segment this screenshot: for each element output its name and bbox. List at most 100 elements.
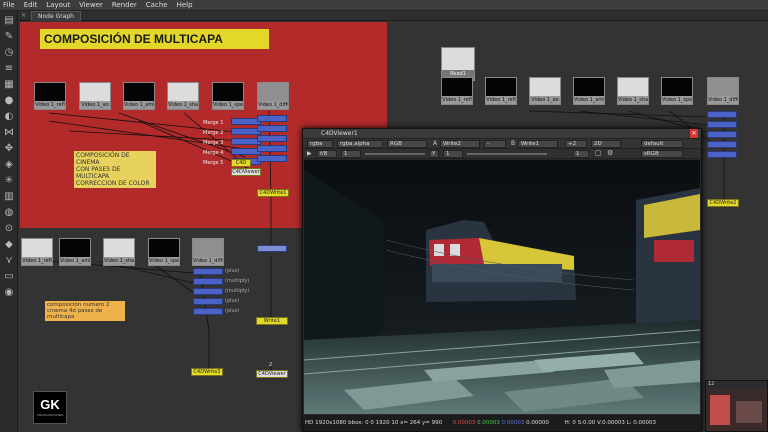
keyer-icon[interactable]: ◐ bbox=[3, 111, 15, 123]
read-node-right-1[interactable]: Video 1_refl bbox=[441, 77, 473, 105]
read-node-refl-2[interactable]: Video 1_refl bbox=[21, 238, 53, 266]
merge-node[interactable] bbox=[257, 125, 287, 132]
gain-slider[interactable] bbox=[365, 153, 425, 155]
image-icon[interactable]: ▤ bbox=[3, 15, 15, 27]
dot-node[interactable] bbox=[257, 245, 287, 252]
tab-close-icon[interactable]: × bbox=[21, 12, 26, 19]
channel-icon[interactable]: ≡ bbox=[3, 63, 15, 75]
views-icon[interactable]: ▥ bbox=[3, 191, 15, 203]
c4d-write-1-node[interactable]: C4DWrite1 bbox=[257, 189, 289, 197]
read-node-right-4[interactable]: Video 1_ambient bbox=[573, 77, 605, 105]
draw-icon[interactable]: ✎ bbox=[3, 31, 15, 43]
toolsets-icon[interactable]: ⊙ bbox=[3, 223, 15, 235]
mini-panel[interactable]: 12 bbox=[705, 380, 768, 432]
filter-icon[interactable]: ● bbox=[3, 95, 15, 107]
merge-node[interactable] bbox=[707, 121, 737, 128]
merge-node[interactable] bbox=[257, 135, 287, 142]
gamma-field[interactable]: 1 bbox=[443, 150, 463, 158]
alpha-select[interactable]: rgba.alpha bbox=[337, 140, 383, 148]
menu-layout[interactable]: Layout bbox=[46, 1, 70, 9]
sticky-note-composicion-2[interactable]: composición numero 2 cinema 4d pases de … bbox=[45, 301, 125, 321]
sticky-line: CON PASES DE MULTICAPA bbox=[76, 166, 121, 180]
lut-select[interactable]: default bbox=[641, 140, 683, 148]
gain-field[interactable]: 1 bbox=[341, 150, 361, 158]
read1-node[interactable]: Read1 bbox=[441, 47, 475, 81]
green-readout: 0.00003 bbox=[477, 420, 500, 426]
read-node-right-6[interactable]: Video 1_specul bbox=[661, 77, 693, 105]
zoom-select[interactable]: +2 bbox=[565, 140, 587, 148]
3d-icon[interactable]: ◈ bbox=[3, 159, 15, 171]
menu-file[interactable]: File bbox=[3, 1, 15, 9]
viewer-canvas[interactable] bbox=[304, 160, 700, 414]
fstop-select[interactable]: f/8 bbox=[317, 150, 337, 158]
tab-node-graph[interactable]: Node Graph bbox=[31, 11, 81, 21]
read-node-right-5[interactable]: Video 1_shadow bbox=[617, 77, 649, 105]
transform-icon[interactable]: ✥ bbox=[3, 143, 15, 155]
c4d-write-2-node[interactable]: C4DWrite2 bbox=[707, 199, 739, 207]
c4d-node[interactable]: C4D bbox=[231, 159, 251, 167]
merge-node[interactable] bbox=[193, 268, 223, 275]
close-icon[interactable]: ✕ bbox=[690, 129, 698, 138]
play-icon[interactable]: ▶ bbox=[307, 150, 312, 157]
read-node-refl[interactable]: Video 1_refl bbox=[34, 82, 66, 110]
menu-help[interactable]: Help bbox=[177, 1, 193, 9]
read-node-diffuse-2[interactable]: Video 1_diffuse bbox=[192, 238, 224, 266]
c4d-write-3-node[interactable]: C4DWrite3 bbox=[191, 368, 223, 376]
read-node-right-7[interactable]: Video 1_diffuse bbox=[707, 77, 739, 105]
merge-node[interactable] bbox=[193, 278, 223, 285]
menu-cache[interactable]: Cache bbox=[146, 1, 168, 9]
read-node-ambient-2[interactable]: Video 1_ambient bbox=[59, 238, 91, 266]
read-node-specular-2[interactable]: Video 1_specul bbox=[148, 238, 180, 266]
color-icon[interactable]: ▦ bbox=[3, 79, 15, 91]
input-b-select[interactable]: Write1 bbox=[518, 140, 558, 148]
read-node-diffuse[interactable]: Video 1_diffuse bbox=[257, 82, 289, 110]
display-select[interactable]: RGB bbox=[387, 140, 427, 148]
furnace-icon[interactable]: ⋎ bbox=[3, 255, 15, 267]
time-icon[interactable]: ◷ bbox=[3, 47, 15, 59]
frame-field[interactable]: 1 bbox=[573, 150, 589, 158]
channel-select[interactable]: rgba bbox=[307, 140, 333, 148]
c4d-viewer-node[interactable]: C4DViewer bbox=[231, 168, 261, 176]
node-thumbnail bbox=[213, 83, 243, 101]
c4d-viewer-window[interactable]: C4DViewer1 ✕ rgba rgba.alpha RGB A Write… bbox=[302, 128, 702, 432]
menu-viewer[interactable]: Viewer bbox=[79, 1, 103, 9]
merge-node[interactable] bbox=[257, 145, 287, 152]
metadata-icon[interactable]: ◍ bbox=[3, 207, 15, 219]
merge-node[interactable] bbox=[707, 151, 737, 158]
merge-node[interactable] bbox=[193, 288, 223, 295]
merge-node[interactable] bbox=[257, 155, 287, 162]
folder-icon[interactable]: ▭ bbox=[3, 271, 15, 283]
logo-subtext: VISUALIZACIONES bbox=[36, 413, 64, 417]
read-node-right-3[interactable]: Video 1_ao bbox=[529, 77, 561, 105]
read-node-shadow[interactable]: Video 1_shadow bbox=[167, 82, 199, 110]
gamma-slider[interactable] bbox=[467, 153, 547, 155]
colorspace-select[interactable]: sRGB bbox=[641, 150, 683, 158]
merge-node[interactable] bbox=[707, 131, 737, 138]
viewer-title-bar[interactable]: C4DViewer1 ✕ bbox=[303, 129, 701, 139]
write1-node[interactable]: Write1 bbox=[256, 317, 288, 325]
sticky-note-cinema[interactable]: COMPOSICIÓN DE CINEMA CON PASES DE MULTI… bbox=[74, 151, 156, 188]
merge-icon[interactable]: ⋈ bbox=[3, 127, 15, 139]
c4d-viewer-node-2[interactable]: C4DViewer bbox=[256, 370, 288, 378]
blend-select[interactable]: - bbox=[484, 140, 506, 148]
merge-node[interactable] bbox=[707, 111, 737, 118]
merge-node[interactable] bbox=[707, 141, 737, 148]
merge-node[interactable] bbox=[193, 308, 223, 315]
settings-icon[interactable]: ⚙ bbox=[607, 149, 613, 157]
read-node-ambient[interactable]: Video 1_ambient bbox=[123, 82, 155, 110]
read-node-ao[interactable]: Video 1_ao bbox=[79, 82, 111, 110]
input-a-select[interactable]: Write2 bbox=[440, 140, 480, 148]
particles-icon[interactable]: ✳ bbox=[3, 175, 15, 187]
read-node-right-2[interactable]: Video 1_refl bbox=[485, 77, 517, 105]
merge-node[interactable] bbox=[257, 115, 287, 122]
merge-node[interactable] bbox=[193, 298, 223, 305]
read-node-shadow-2[interactable]: Video 1_shadow bbox=[103, 238, 135, 266]
plugin-icon[interactable]: ◉ bbox=[3, 287, 15, 299]
roi-icon[interactable]: ▢ bbox=[595, 149, 602, 157]
menu-render[interactable]: Render bbox=[112, 1, 137, 9]
read-node-specular[interactable]: Video 1_specul bbox=[212, 82, 244, 110]
node-label: Video 1_refl bbox=[22, 257, 52, 265]
other-icon[interactable]: ◆ bbox=[3, 239, 15, 251]
view-mode-select[interactable]: 2D bbox=[591, 140, 621, 148]
menu-edit[interactable]: Edit bbox=[24, 1, 38, 9]
